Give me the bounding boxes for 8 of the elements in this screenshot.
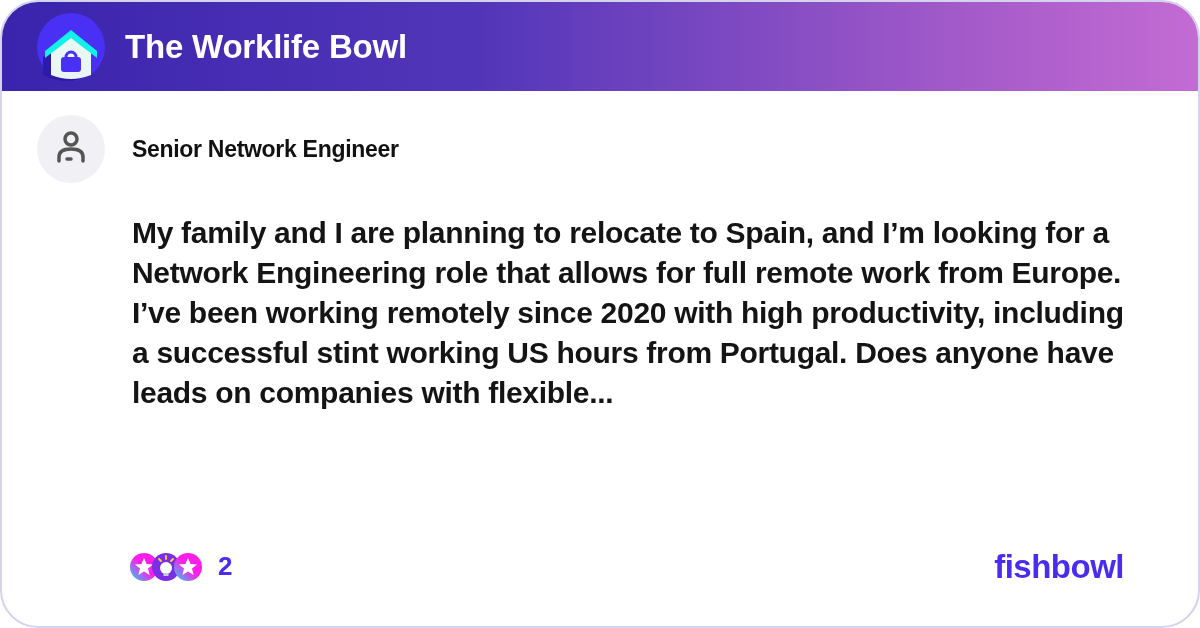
post-text: My family and I are planning to relocate to Spain, and I’m looking for a Network Engineering role that allows for full remote work from Europe. I’ve been working remotely since 2020 with high productivity, including a successful stint working US hours from Portugal. Does anyone have leads on companies with flexible... — [132, 215, 1125, 411]
house-lock-logo-icon — [37, 12, 105, 81]
community-title: The Worklife Bowl — [125, 26, 407, 67]
author-job-title: Senior Network Engineer — [132, 134, 399, 164]
star-badge-icon — [174, 552, 202, 581]
avatar-icon — [37, 115, 105, 183]
reaction-count: 2 — [218, 550, 233, 583]
brand-logo: fishbowl — [994, 550, 1124, 583]
